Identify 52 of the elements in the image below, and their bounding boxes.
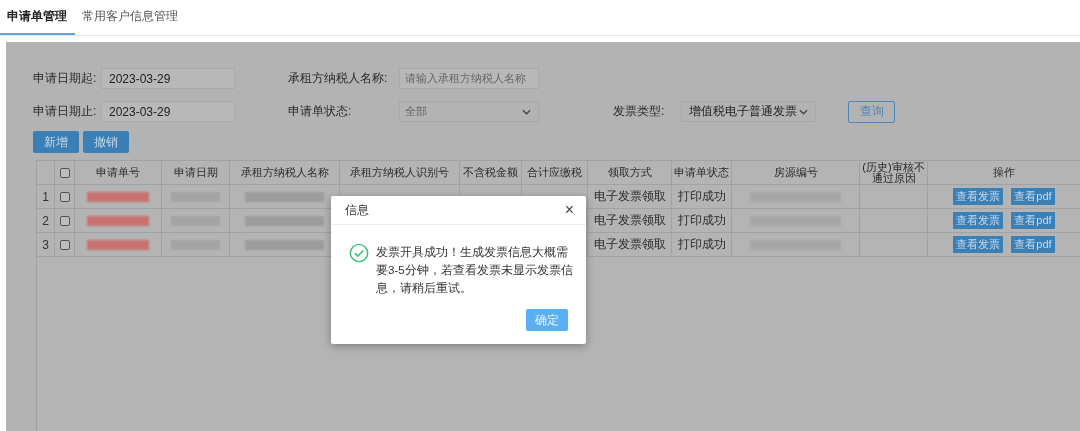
column-header: 申请单状态	[673, 167, 730, 178]
row-number: 1	[42, 189, 49, 204]
checkbox[interactable]	[59, 239, 70, 250]
column-header: 承租方纳税人名称	[239, 167, 330, 178]
column-header: 操作	[992, 167, 1016, 178]
dialog-title: 信息	[345, 201, 369, 219]
column-header: 申请日期	[172, 167, 219, 178]
action-button[interactable]: 撤销	[83, 131, 129, 153]
action-button[interactable]: 新增	[33, 131, 79, 153]
field-label: 承租方纳税人名称:	[288, 70, 389, 87]
checkbox[interactable]	[59, 191, 70, 202]
query-button[interactable]: 查询	[848, 100, 895, 123]
confirm-button[interactable]: 确定	[526, 309, 568, 331]
field-label: 申请日期止:	[33, 103, 98, 120]
field-label: 发票类型:	[613, 103, 666, 120]
input-field[interactable]: 2023-03-29	[101, 68, 235, 89]
row-number: 3	[42, 237, 49, 252]
select-field[interactable]: 增值税电子普通发票	[681, 101, 816, 122]
row-action-button[interactable]: 查看pdf	[1011, 188, 1055, 205]
column-header: 领取方式	[606, 167, 653, 178]
row-action-button[interactable]: 查看pdf	[1011, 212, 1055, 229]
table-cell: 电子发票领取	[593, 236, 666, 253]
chevron-down-icon	[799, 109, 808, 115]
column-header: 不含税金额	[462, 167, 519, 178]
column-header: 申请单号	[95, 167, 141, 178]
select-field[interactable]: 全部	[399, 101, 539, 122]
field-label: 申请日期起:	[33, 70, 98, 87]
row-action-button[interactable]: 查看pdf	[1011, 236, 1055, 253]
row-number: 2	[42, 213, 49, 228]
column-header: (历史)审核不通过原因	[861, 161, 926, 184]
checkbox[interactable]	[59, 215, 70, 226]
checkbox[interactable]	[59, 167, 70, 178]
column-header: 承租方纳税人识别号	[349, 167, 450, 178]
chevron-down-icon	[522, 109, 531, 115]
row-action-button[interactable]: 查看发票	[953, 212, 1004, 229]
field-label: 申请单状态:	[288, 103, 353, 120]
table-cell: 打印成功	[677, 212, 726, 229]
input-field[interactable]: 2023-03-29	[101, 101, 235, 122]
column-header: 合计应缴税	[526, 167, 583, 178]
dialog-message: 发票开具成功！生成发票信息大概需要3-5分钟，若查看发票未显示发票信息，请稍后重试。	[376, 245, 574, 296]
table-cell: 电子发票领取	[593, 212, 666, 229]
table-cell: 打印成功	[677, 236, 726, 253]
table-cell: 打印成功	[677, 188, 726, 205]
table-cell: 电子发票领取	[593, 188, 666, 205]
tab[interactable]: 申请单管理	[0, 8, 75, 35]
input-field[interactable]: 请输入承租方纳税人名称	[399, 68, 539, 89]
row-action-button[interactable]: 查看发票	[953, 188, 1004, 205]
tab[interactable]: 常用客户信息管理	[75, 8, 186, 35]
success-check-icon	[349, 243, 369, 263]
row-action-button[interactable]: 查看发票	[953, 236, 1004, 253]
close-button[interactable]: ×	[562, 202, 576, 218]
column-header: 房源编号	[772, 167, 819, 178]
